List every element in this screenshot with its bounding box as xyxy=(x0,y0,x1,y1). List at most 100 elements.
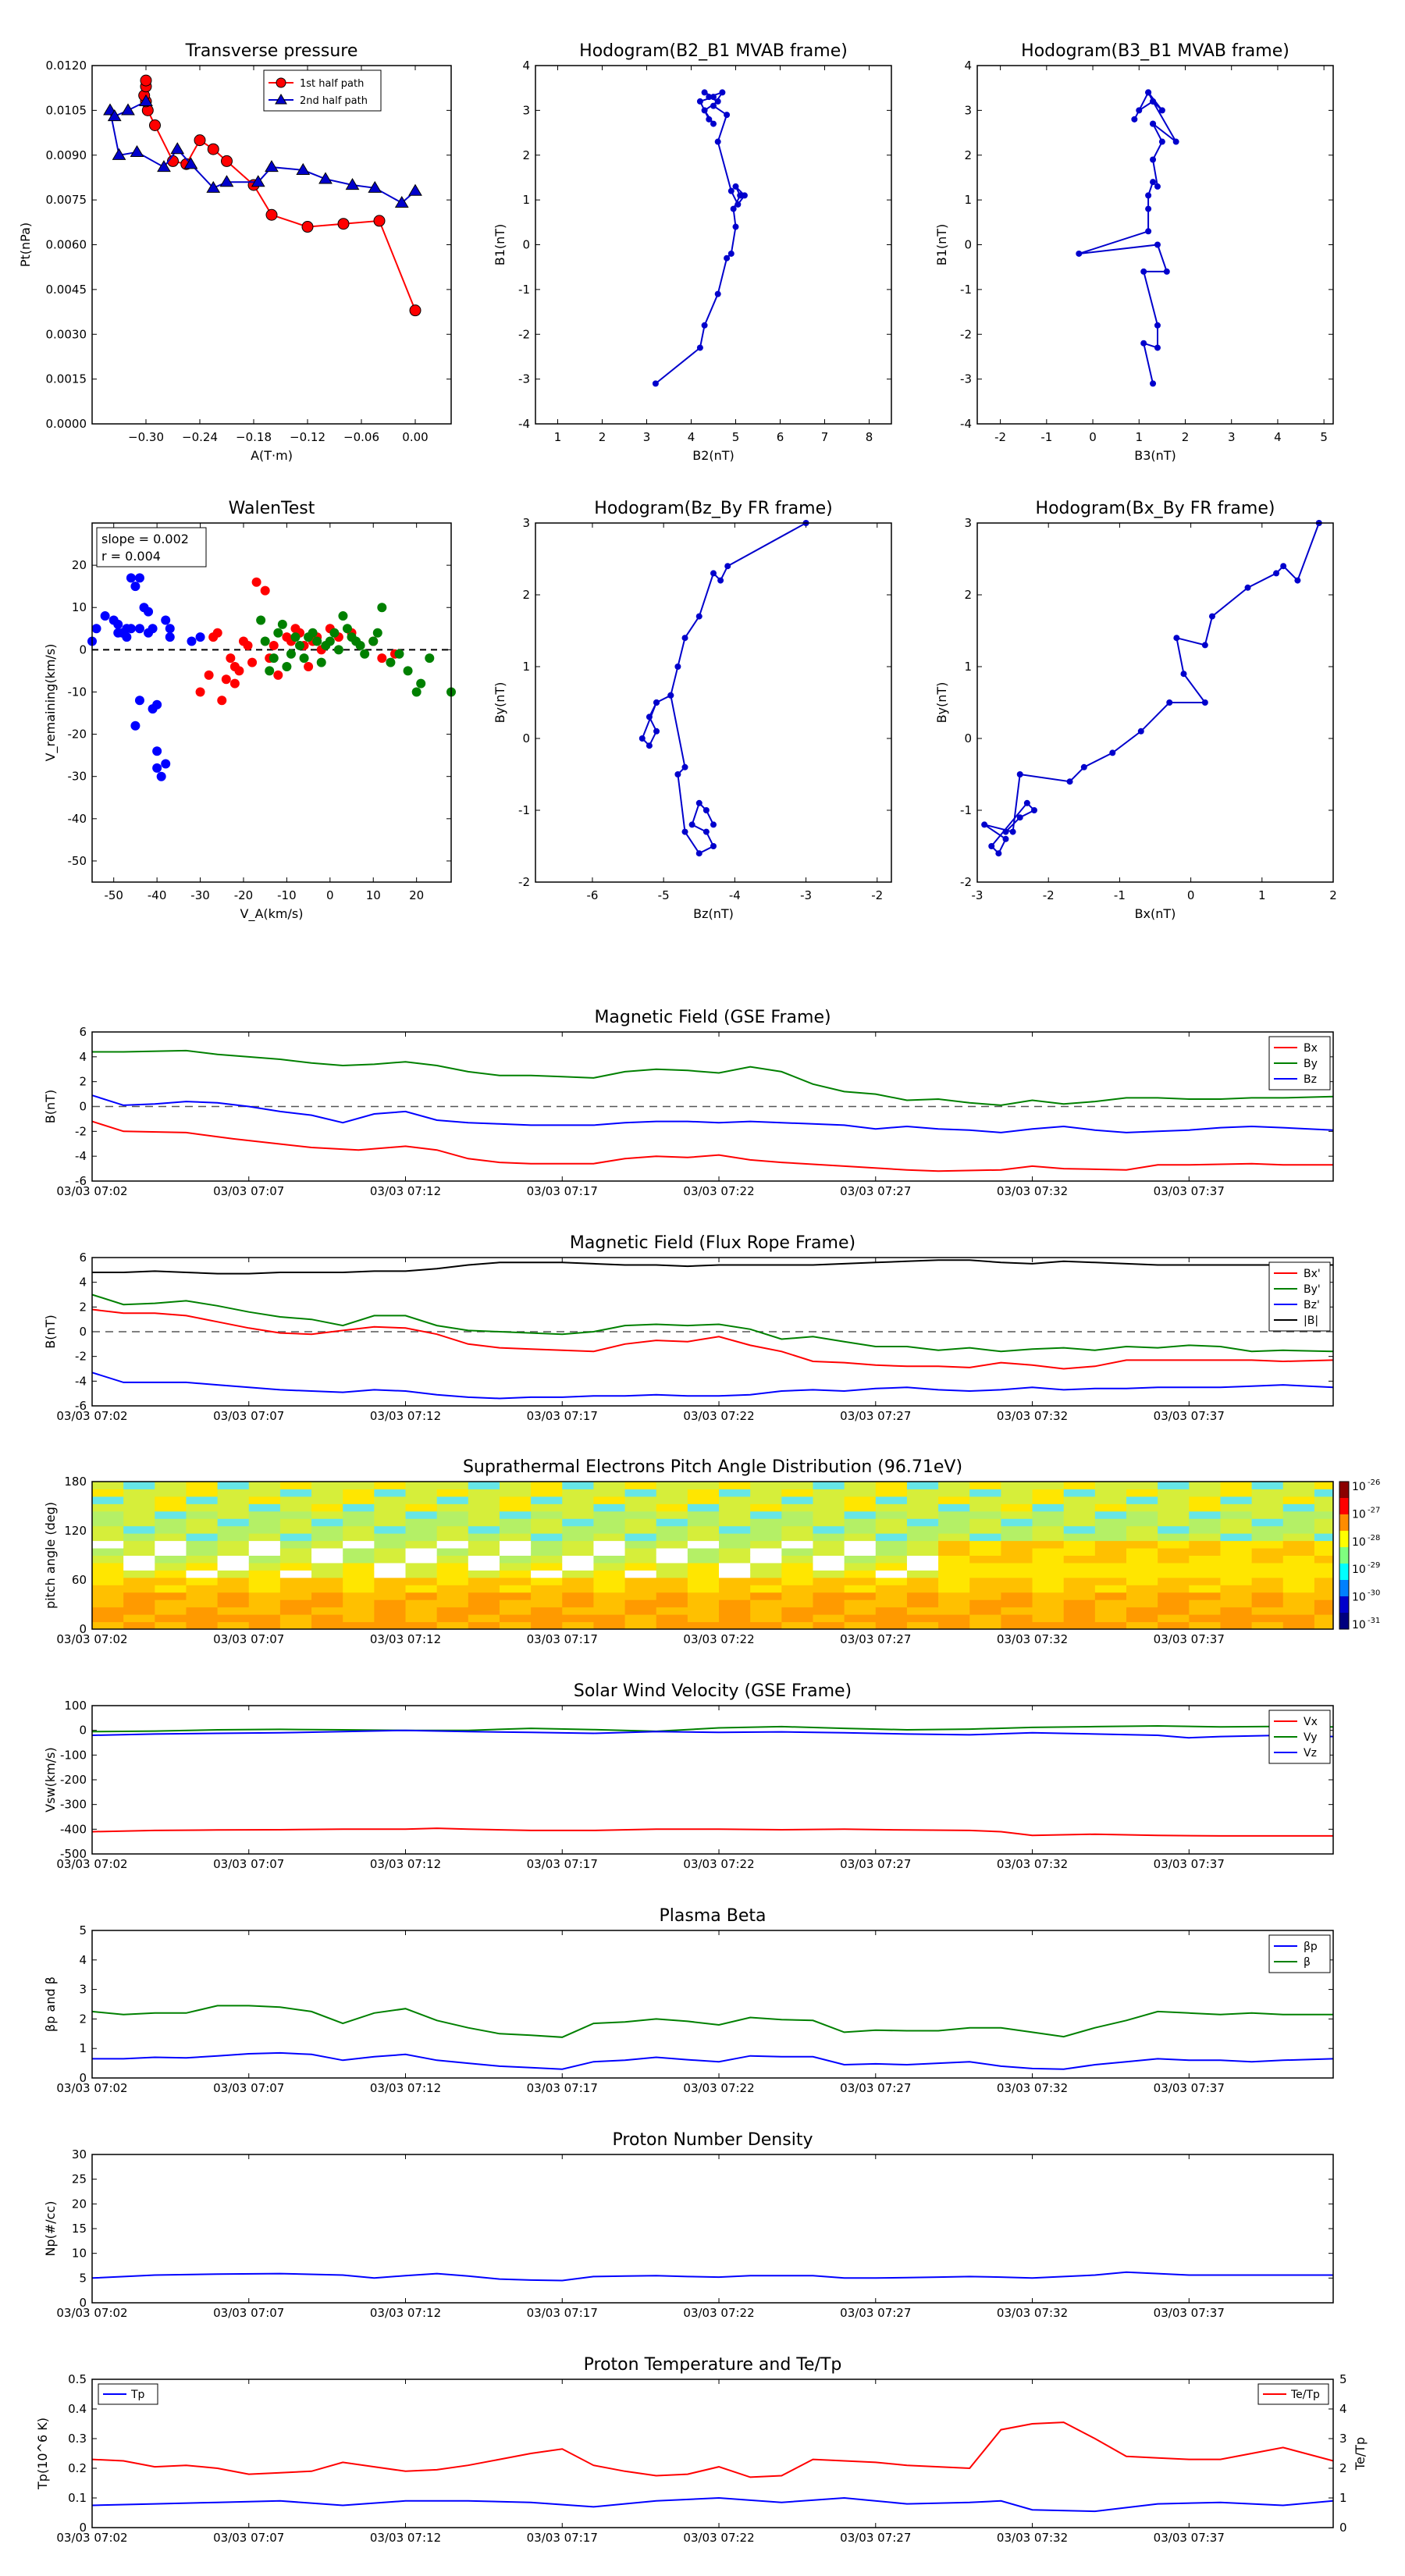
chart-np: Proton Number Density05101520253003/03 0… xyxy=(43,2130,1334,2320)
heatmap-cell xyxy=(656,1482,688,1489)
chart-title: Transverse pressure xyxy=(185,41,358,61)
heatmap-cell xyxy=(217,1540,250,1549)
heatmap-cell xyxy=(750,1592,782,1600)
x-tick-label: 03/03 07:37 xyxy=(1154,1632,1225,1646)
heatmap-cell xyxy=(1001,1525,1033,1534)
heatmap-cell xyxy=(1094,1599,1127,1608)
heatmap-cell xyxy=(155,1606,187,1615)
chart-title: Plasma Beta xyxy=(660,1906,767,1926)
data-point xyxy=(1163,268,1170,275)
data-point xyxy=(727,187,735,194)
heatmap-cell xyxy=(1158,1503,1190,1512)
heatmap-cell xyxy=(687,1533,720,1542)
heatmap-cell xyxy=(1251,1518,1284,1527)
data-point xyxy=(286,649,296,659)
heatmap-cell xyxy=(1063,1592,1096,1600)
heatmap-cell xyxy=(656,1525,688,1534)
heatmap-cell xyxy=(1189,1548,1221,1556)
data-point xyxy=(701,89,708,96)
heatmap-cell xyxy=(123,1570,155,1578)
data-point xyxy=(1154,183,1161,190)
heatmap-cell xyxy=(781,1555,813,1564)
heatmap-cell xyxy=(499,1533,532,1542)
y-tick-label: 3 xyxy=(964,516,972,530)
heatmap-cell xyxy=(687,1577,720,1585)
heatmap-cell xyxy=(279,1489,312,1497)
heatmap-cell xyxy=(468,1606,500,1615)
heatmap-cell xyxy=(844,1599,877,1608)
heatmap-cell xyxy=(593,1482,626,1489)
data-point xyxy=(674,664,681,670)
x-tick-label: −0.30 xyxy=(128,430,164,444)
heatmap-cell xyxy=(1282,1585,1315,1593)
x-tick-label: 03/03 07:12 xyxy=(370,2081,441,2095)
heatmap-cell xyxy=(279,1592,312,1600)
data-point xyxy=(333,645,343,655)
heatmap-cell xyxy=(562,1482,594,1489)
heatmap-cell xyxy=(499,1548,532,1556)
x-tick-label: 5 xyxy=(732,430,740,444)
x-tick-label: 03/03 07:12 xyxy=(370,2306,441,2320)
data-point xyxy=(1023,799,1030,806)
heatmap-cell xyxy=(875,1525,908,1534)
heatmap-cell xyxy=(1063,1525,1096,1534)
heatmap-cell xyxy=(311,1562,343,1571)
heatmap-cell xyxy=(92,1585,124,1593)
heatmap-cell xyxy=(844,1525,877,1534)
x-tick-label: 03/03 07:27 xyxy=(840,2081,911,2095)
colorbar-segment xyxy=(1339,1613,1349,1630)
heatmap-cell xyxy=(531,1606,563,1615)
heatmap-cell xyxy=(217,1592,250,1600)
heatmap-cell xyxy=(405,1525,438,1534)
data-point xyxy=(724,112,731,119)
y-axis-label: V_remaining(km/s) xyxy=(43,644,59,762)
data-point xyxy=(688,821,695,828)
x-tick-label: -10 xyxy=(277,888,297,902)
data-point xyxy=(1002,828,1009,835)
heatmap-cell xyxy=(719,1482,751,1489)
heatmap-cell xyxy=(217,1518,250,1527)
data-point xyxy=(1150,156,1157,163)
heatmap-cell xyxy=(217,1525,250,1534)
heatmap-cell xyxy=(781,1510,813,1519)
y-tick-label: 0.4 xyxy=(68,2402,87,2416)
heatmap-cell xyxy=(844,1562,877,1571)
heatmap-cell xyxy=(875,1570,908,1578)
heatmap-cell xyxy=(499,1585,532,1593)
heatmap-cell xyxy=(875,1548,908,1556)
heatmap-cell xyxy=(1220,1503,1253,1512)
heatmap-cell xyxy=(1126,1562,1158,1571)
y-tick-label: -4 xyxy=(518,417,530,431)
heatmap-cell xyxy=(248,1592,281,1600)
heatmap-cell xyxy=(719,1503,751,1512)
y-tick-label: 0.0120 xyxy=(46,59,87,73)
heatmap-cell xyxy=(1063,1482,1096,1489)
y-tick-label: -30 xyxy=(68,770,87,784)
x-axis-label: Bz(nT) xyxy=(693,906,734,921)
heatmap-cell xyxy=(279,1577,312,1585)
heatmap-cell xyxy=(311,1482,343,1489)
chart-pad: Suprathermal Electrons Pitch Angle Distr… xyxy=(43,1457,1380,1646)
heatmap-cell xyxy=(750,1585,782,1593)
legend-label: Vz xyxy=(1304,1747,1317,1759)
x-tick-label: 03/03 07:32 xyxy=(997,1632,1068,1646)
heatmap-cell xyxy=(656,1577,688,1585)
heatmap-cell xyxy=(1251,1540,1284,1549)
heatmap-cell xyxy=(813,1548,845,1556)
heatmap-cell xyxy=(1094,1525,1127,1534)
colorbar-segment xyxy=(1339,1531,1349,1548)
heatmap-cell xyxy=(92,1503,124,1512)
heatmap-cell xyxy=(938,1518,970,1527)
heatmap-cell xyxy=(844,1489,877,1497)
heatmap-cell xyxy=(155,1503,187,1512)
heatmap-cell xyxy=(906,1503,939,1512)
colorbar-exponent: -31 xyxy=(1368,1617,1380,1625)
heatmap-cell xyxy=(1220,1614,1253,1623)
x-tick-label: 03/03 07:07 xyxy=(213,2306,284,2320)
heatmap-cell xyxy=(248,1548,281,1556)
heatmap-cell xyxy=(1251,1548,1284,1556)
heatmap-cell xyxy=(906,1585,939,1593)
heatmap-cell xyxy=(813,1621,845,1630)
x-tick-label: −0.12 xyxy=(290,430,325,444)
y-axis-label: Tp(10^6 K) xyxy=(35,2418,50,2490)
